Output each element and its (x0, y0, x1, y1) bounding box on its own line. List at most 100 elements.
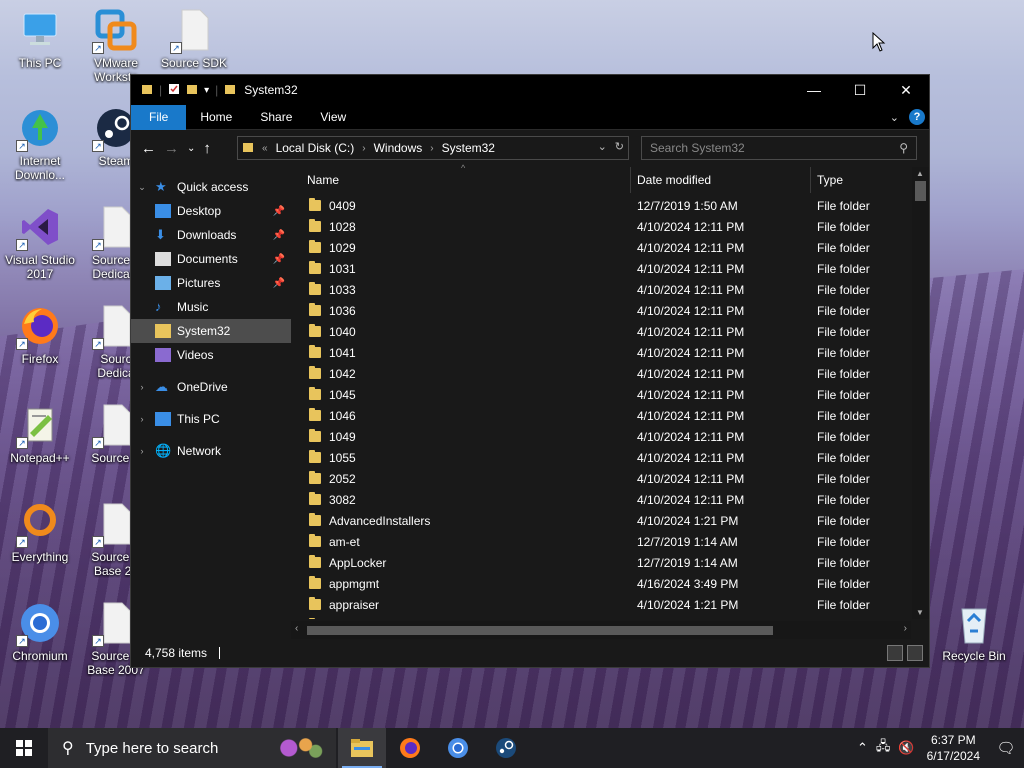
nav-quick-access[interactable]: ⌄ ★ Quick access (131, 175, 291, 199)
desktop-icon-this-pc[interactable]: This PC (2, 8, 78, 70)
scrollbar-thumb[interactable] (307, 626, 773, 635)
nav-item-desktop[interactable]: Desktop 📌 (131, 199, 291, 223)
address-bar[interactable]: « Local Disk (C:) › Windows › System32 ⌄… (237, 136, 629, 160)
tab-file[interactable]: File (131, 104, 187, 130)
desktop-icon-notepad-plus-plus[interactable]: ↗ Notepad++ (2, 403, 78, 465)
desktop-icon-everything[interactable]: ↗ Everything (2, 502, 78, 564)
chevron-right-icon[interactable]: › (135, 382, 149, 392)
file-row[interactable]: 1042 4/10/2024 12:11 PM File folder (291, 363, 911, 384)
scroll-left-icon[interactable]: ‹ (295, 623, 298, 634)
file-row[interactable]: 1040 4/10/2024 12:11 PM File folder (291, 321, 911, 342)
customize-toolbar-icon[interactable]: ▾ (204, 85, 209, 96)
file-row[interactable]: 1046 4/10/2024 12:11 PM File folder (291, 405, 911, 426)
file-row[interactable]: appmgmt 4/16/2024 3:49 PM File folder (291, 573, 911, 594)
nav-item-downloads[interactable]: ⬇ Downloads 📌 (131, 223, 291, 247)
notification-center-icon[interactable]: 🗨 (988, 728, 1024, 768)
properties-icon[interactable] (168, 83, 180, 98)
nav-this-pc[interactable]: › This PC (131, 407, 291, 431)
scroll-up-icon[interactable]: ▲ (916, 169, 924, 178)
desktop-icon-chromium[interactable]: ↗ Chromium (2, 601, 78, 663)
file-row[interactable]: AppV 4/10/2024 1:21 PM File folder (291, 615, 911, 619)
taskbar-file-explorer[interactable] (338, 728, 386, 768)
desktop-icon-internet-download-manager[interactable]: ↗ Internet Downlo... (2, 106, 78, 182)
tab-share[interactable]: Share (246, 105, 306, 130)
desktop-icon-firefox[interactable]: ↗ Firefox (2, 304, 78, 366)
search-input[interactable]: Search System32 ⚲ (641, 136, 917, 160)
taskbar-steam[interactable] (482, 728, 530, 768)
scrollbar-thumb[interactable] (915, 181, 926, 201)
taskbar-chromium[interactable] (434, 728, 482, 768)
forward-icon[interactable]: → (164, 140, 179, 157)
file-row[interactable]: 3082 4/10/2024 12:11 PM File folder (291, 489, 911, 510)
file-row[interactable]: AppLocker 12/7/2019 1:14 AM File folder (291, 552, 911, 573)
nav-onedrive[interactable]: › ☁ OneDrive (131, 375, 291, 399)
breadcrumb-local-disk[interactable]: Local Disk (C:) (276, 141, 355, 155)
nav-item-system32[interactable]: System32 (131, 319, 291, 343)
tab-view[interactable]: View (306, 105, 360, 130)
maximize-button[interactable]: ☐ (837, 75, 883, 105)
chevron-right-icon[interactable]: › (135, 446, 149, 456)
nav-network[interactable]: › 🌐 Network (131, 439, 291, 463)
column-header-name[interactable]: Name (301, 167, 631, 193)
up-icon[interactable]: ↑ (203, 140, 211, 157)
file-row[interactable]: 1045 4/10/2024 12:11 PM File folder (291, 384, 911, 405)
chevron-up-icon[interactable]: ⌃ (853, 740, 872, 756)
file-row[interactable]: 1041 4/10/2024 12:11 PM File folder (291, 342, 911, 363)
volume-muted-icon[interactable]: 🔇 (894, 740, 918, 756)
refresh-icon[interactable]: ↻ (615, 140, 624, 153)
nav-item-videos[interactable]: Videos (131, 343, 291, 367)
nav-item-documents[interactable]: Documents 📌 (131, 247, 291, 271)
address-dropdown-icon[interactable]: ⌄ (598, 140, 607, 153)
close-button[interactable]: ✕ (883, 75, 929, 105)
help-icon[interactable]: ? (909, 109, 925, 125)
scroll-right-icon[interactable]: › (904, 623, 907, 634)
file-row[interactable]: 1029 4/10/2024 12:11 PM File folder (291, 237, 911, 258)
column-header-date-modified[interactable]: Date modified (631, 167, 811, 193)
nav-item-music[interactable]: ♪ Music (131, 295, 291, 319)
minimize-button[interactable]: — (791, 75, 837, 105)
recent-locations-icon[interactable]: ⌄ (187, 143, 195, 154)
start-button[interactable] (0, 728, 48, 768)
taskbar-search-box[interactable]: ⚲ Type here to search (48, 728, 336, 768)
back-icon[interactable]: ← (141, 140, 156, 157)
file-explorer-window[interactable]: | ▾ | System32 — ☐ ✕ File Home Share Vie… (130, 74, 930, 668)
tab-home[interactable]: Home (186, 105, 246, 130)
file-row[interactable]: 1049 4/10/2024 12:11 PM File folder (291, 426, 911, 447)
desktop-icon-source-sdk[interactable]: ↗ Source SDK (156, 8, 232, 70)
pin-icon[interactable]: 📌 (273, 230, 285, 241)
breadcrumb-windows[interactable]: Windows (374, 141, 423, 155)
chevron-down-icon[interactable]: ⌄ (135, 182, 149, 193)
file-row[interactable]: 2052 4/10/2024 12:11 PM File folder (291, 468, 911, 489)
file-row[interactable]: 1031 4/10/2024 12:11 PM File folder (291, 258, 911, 279)
expand-ribbon-icon[interactable]: ⌄ (890, 111, 899, 124)
pin-icon[interactable]: 📌 (273, 278, 285, 289)
details-view-button[interactable] (887, 645, 903, 661)
desktop-icon-vmware[interactable]: ↗ VMware Worksta (78, 8, 154, 84)
scroll-down-icon[interactable]: ▼ (916, 608, 924, 617)
file-row[interactable]: 1028 4/10/2024 12:11 PM File folder (291, 216, 911, 237)
address-overflow[interactable]: « (262, 143, 268, 154)
vertical-scrollbar[interactable]: ▲ ▼ (912, 167, 929, 619)
chevron-right-icon[interactable]: › (135, 414, 149, 424)
pin-icon[interactable]: 📌 (273, 254, 285, 265)
file-row[interactable]: AdvancedInstallers 4/10/2024 1:21 PM File … (291, 510, 911, 531)
title-bar[interactable]: | ▾ | System32 — ☐ ✕ (131, 75, 929, 105)
file-row[interactable]: am-et 12/7/2019 1:14 AM File folder (291, 531, 911, 552)
network-icon[interactable]: 🖧 (872, 737, 895, 759)
nav-item-pictures[interactable]: Pictures 📌 (131, 271, 291, 295)
file-row[interactable]: 1033 4/10/2024 12:11 PM File folder (291, 279, 911, 300)
file-row[interactable]: appraiser 4/10/2024 1:21 PM File folder (291, 594, 911, 615)
horizontal-scrollbar[interactable]: ‹ › (291, 621, 911, 639)
clock[interactable]: 6:37 PM 6/17/2024 (919, 732, 988, 764)
taskbar-firefox[interactable] (386, 728, 434, 768)
chevron-right-icon[interactable]: › (430, 143, 433, 154)
file-row[interactable]: 0409 12/7/2019 1:50 AM File folder (291, 195, 911, 216)
breadcrumb-system32[interactable]: System32 (442, 141, 495, 155)
desktop-icon-visual-studio[interactable]: ↗ Visual Studio 2017 (2, 205, 78, 281)
new-folder-icon[interactable] (186, 83, 198, 98)
file-row[interactable]: 1055 4/10/2024 12:11 PM File folder (291, 447, 911, 468)
chevron-right-icon[interactable]: › (362, 143, 365, 154)
large-icons-view-button[interactable] (907, 645, 923, 661)
column-header-type[interactable]: Type (811, 167, 921, 193)
pin-icon[interactable]: 📌 (273, 206, 285, 217)
